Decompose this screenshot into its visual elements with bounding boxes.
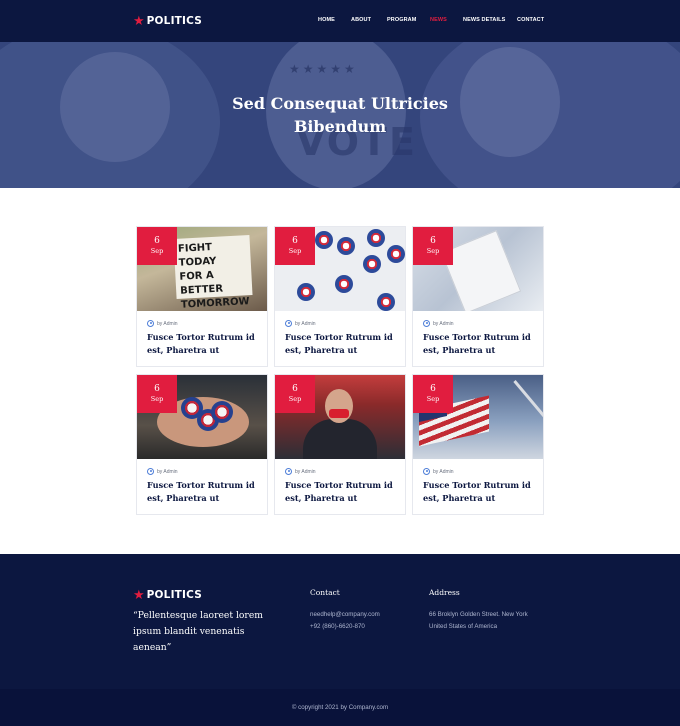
nav-news-details[interactable]: NEWS DETAILS xyxy=(463,17,505,23)
footer-logo-text: POLITICS xyxy=(146,588,203,601)
site-header: ★ POLITICS HOME ABOUT PROGRAM NEWS NEWS … xyxy=(0,0,680,42)
contact-heading: Contact xyxy=(310,588,340,597)
newspaper-image[interactable]: 6 Sep xyxy=(413,227,543,311)
card-meta: by Admin xyxy=(423,320,454,327)
news-card[interactable]: 6 Sep by Admin Fusce Tortor Rutrum id es… xyxy=(274,374,406,515)
user-icon xyxy=(147,320,154,327)
nav-program[interactable]: PROGRAM xyxy=(387,17,416,23)
protester-body xyxy=(303,419,377,459)
card-title[interactable]: Fusce Tortor Rutrum id est, Pharetra ut xyxy=(147,331,262,356)
site-logo[interactable]: ★ POLITICS xyxy=(133,14,202,27)
logo-text: POLITICS xyxy=(146,14,203,27)
user-icon xyxy=(423,468,430,475)
card-meta: by Admin xyxy=(285,320,316,327)
card-author[interactable]: by Admin xyxy=(157,321,178,327)
nav-contact[interactable]: CONTACT xyxy=(517,17,544,23)
protest-sign-image[interactable]: FIGHT TODAY FOR A BETTER TOMORROW 6 Sep xyxy=(137,227,267,311)
news-card[interactable]: 6 Sep by Admin Fusce Tortor Rutrum id es… xyxy=(412,226,544,367)
star-icon: ★ xyxy=(133,587,145,602)
card-title[interactable]: Fusce Tortor Rutrum id est, Pharetra ut xyxy=(423,331,538,356)
news-card[interactable]: 6 Sep by Admin Fusce Tortor Rutrum id es… xyxy=(412,374,544,515)
user-icon xyxy=(147,468,154,475)
card-author[interactable]: by Admin xyxy=(295,469,316,475)
card-title[interactable]: Fusce Tortor Rutrum id est, Pharetra ut xyxy=(423,479,538,504)
footer-quote: “Pellentesque laoreet lorem ipsum blandi… xyxy=(133,610,263,653)
card-meta: by Admin xyxy=(147,468,178,475)
copyright-text: © copyright 2021 by Company.com xyxy=(291,704,389,711)
card-meta: by Admin xyxy=(423,468,454,475)
address-line: 66 Broklyn Golden Street. New York xyxy=(429,611,528,618)
user-icon xyxy=(285,320,292,327)
footer-logo[interactable]: ★ POLITICS xyxy=(133,588,202,601)
contact-email[interactable]: needhelp@company.com xyxy=(310,611,380,618)
address-line: United States of America xyxy=(429,623,498,630)
date-badge: 6 Sep xyxy=(275,375,315,413)
date-badge: 6 Sep xyxy=(413,227,453,265)
nav-about[interactable]: ABOUT xyxy=(351,17,371,23)
news-card[interactable]: 6 Sep by Admin Fusce Tortor Rutrum id es… xyxy=(136,374,268,515)
news-card[interactable]: FIGHT TODAY FOR A BETTER TOMORROW 6 Sep … xyxy=(136,226,268,367)
address-heading: Address xyxy=(429,588,460,597)
card-title[interactable]: Fusce Tortor Rutrum id est, Pharetra ut xyxy=(285,331,400,356)
date-badge: 6 Sep xyxy=(137,375,177,413)
card-author[interactable]: by Admin xyxy=(433,469,454,475)
page-title: Sed Consequat Ultricies Bibendum xyxy=(232,94,448,136)
hero-banner: ★★★★★ VOTE Sed Consequat Ultricies Biben… xyxy=(0,42,680,188)
flag-pole xyxy=(513,380,543,459)
vote-pins-image[interactable]: 6 Sep xyxy=(275,227,405,311)
card-meta: by Admin xyxy=(147,320,178,327)
card-title[interactable]: Fusce Tortor Rutrum id est, Pharetra ut xyxy=(147,479,262,504)
badge-stars-icon: ★★★★★ xyxy=(289,62,358,76)
card-author[interactable]: by Admin xyxy=(157,469,178,475)
site-footer xyxy=(0,554,680,689)
hero-person-left xyxy=(60,52,170,162)
protester-image[interactable]: 6 Sep xyxy=(275,375,405,459)
date-badge: 6 Sep xyxy=(275,227,315,265)
card-author[interactable]: by Admin xyxy=(433,321,454,327)
sign-board: FIGHT TODAY FOR A BETTER TOMORROW xyxy=(173,235,253,311)
protester-mask xyxy=(329,409,349,418)
nav-home[interactable]: HOME xyxy=(318,17,335,23)
star-icon: ★ xyxy=(133,13,145,28)
hand-badges-image[interactable]: 6 Sep xyxy=(137,375,267,459)
date-badge: 6 Sep xyxy=(137,227,177,265)
flag-image[interactable]: 6 Sep xyxy=(413,375,543,459)
contact-phone[interactable]: +92 (860)-6620-870 xyxy=(310,623,365,630)
card-author[interactable]: by Admin xyxy=(295,321,316,327)
nav-news[interactable]: NEWS xyxy=(430,17,447,23)
card-meta: by Admin xyxy=(285,468,316,475)
user-icon xyxy=(285,468,292,475)
date-badge: 6 Sep xyxy=(413,375,453,413)
card-title[interactable]: Fusce Tortor Rutrum id est, Pharetra ut xyxy=(285,479,400,504)
news-card[interactable]: 6 Sep by Admin Fusce Tortor Rutrum id es… xyxy=(274,226,406,367)
user-icon xyxy=(423,320,430,327)
